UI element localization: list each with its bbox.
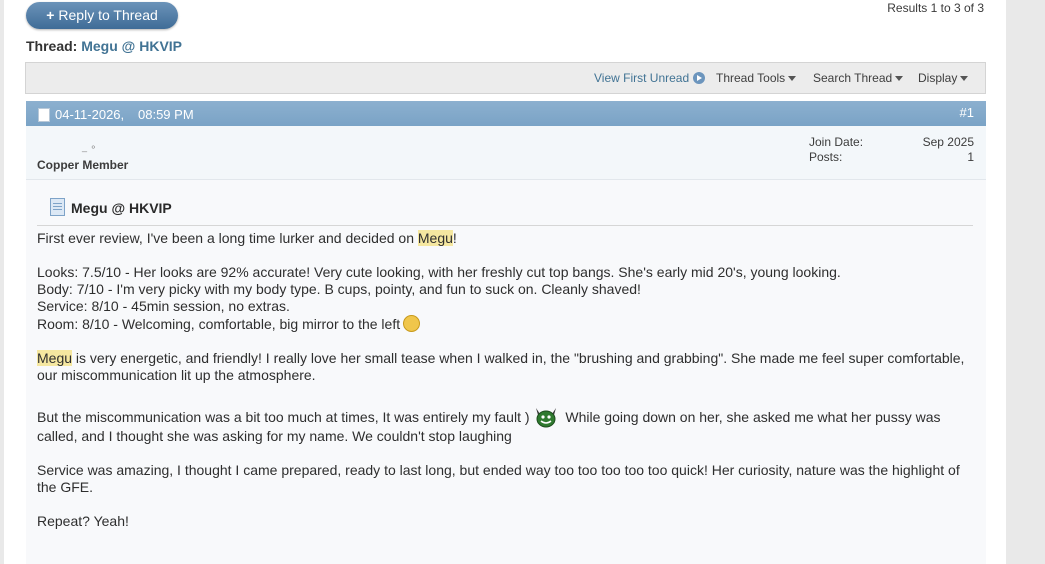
document-icon bbox=[38, 108, 50, 122]
grin-smiley-icon bbox=[403, 315, 421, 332]
caret-down-icon bbox=[960, 76, 969, 82]
post-header-bar: 04-11-2026, 08:59 PM #1 bbox=[26, 101, 986, 126]
thread-tools-menu[interactable]: Thread Tools bbox=[716, 71, 797, 85]
user-info-panel: _ ⚬ Copper Member Join Date: Sep 2025 Po… bbox=[26, 126, 986, 180]
post-number-link[interactable]: #1 bbox=[960, 105, 974, 120]
search-thread-label: Search Thread bbox=[813, 71, 893, 85]
intro-line: First ever review, I've been a long time… bbox=[37, 230, 973, 247]
service-paragraph: Service was amazing, I thought I came pr… bbox=[37, 462, 960, 495]
display-label: Display bbox=[918, 71, 958, 85]
thread-heading: Thread: Megu @ HKVIP bbox=[26, 38, 182, 54]
reply-to-thread-button[interactable]: + Reply to Thread bbox=[26, 2, 178, 29]
energy-text: is very energetic, and friendly! I reall… bbox=[37, 350, 965, 383]
highlight-term: Megu bbox=[417, 230, 453, 246]
energy-paragraph: Megu is very energetic, and friendly! I … bbox=[37, 350, 973, 384]
view-first-unread-label: View First Unread bbox=[594, 71, 690, 85]
posts-value: 1 bbox=[967, 150, 974, 164]
post-content: First ever review, I've been a long time… bbox=[37, 230, 973, 530]
intro-text: First ever review, I've been a long time… bbox=[37, 230, 418, 246]
post-document-icon bbox=[50, 198, 65, 216]
room-text: Room: 8/10 - Welcoming, comfortable, big… bbox=[37, 316, 401, 332]
online-status-icon: _ ⚬ bbox=[82, 142, 98, 152]
highlight-term: Megu bbox=[37, 350, 73, 366]
caret-down-icon bbox=[788, 76, 797, 82]
service-line: Service: 8/10 - 45min session, no extras… bbox=[37, 298, 290, 314]
post-date: 04-11-2026, bbox=[55, 107, 125, 122]
reply-label: Reply to Thread bbox=[58, 7, 158, 23]
thread-prefix: Thread: bbox=[26, 38, 78, 54]
thread-tools-label: Thread Tools bbox=[716, 71, 786, 85]
looks-line: Looks: 7.5/10 - Her looks are 92% accura… bbox=[37, 264, 841, 280]
miscommunication-paragraph: But the miscommunication was a bit too m… bbox=[37, 406, 973, 445]
post-time: 08:59 PM bbox=[138, 107, 194, 122]
right-gutter bbox=[1006, 0, 1045, 564]
posts-label: Posts: bbox=[809, 150, 843, 164]
results-count: Results 1 to 3 of 3 bbox=[887, 1, 984, 15]
post-body: Megu @ HKVIP First ever review, I've bee… bbox=[26, 180, 986, 564]
caret-down-icon bbox=[895, 76, 904, 82]
thread-toolbar: View First Unread Thread Tools Search Th… bbox=[25, 62, 986, 94]
arrow-circle-icon bbox=[693, 72, 706, 84]
join-date-value: Sep 2025 bbox=[922, 135, 974, 149]
repeat-line: Repeat? Yeah! bbox=[37, 513, 129, 529]
intro-end: ! bbox=[452, 230, 457, 246]
display-menu[interactable]: Display bbox=[918, 71, 969, 85]
plus-icon: + bbox=[46, 7, 55, 23]
join-date-label: Join Date: bbox=[809, 135, 864, 149]
thread-title-link[interactable]: Megu @ HKVIP bbox=[81, 38, 182, 54]
left-edge-strip bbox=[0, 0, 4, 564]
misc-text-a: But the miscommunication was a bit too m… bbox=[37, 409, 530, 425]
body-line: Body: 7/10 - I'm very picky with my body… bbox=[37, 281, 641, 297]
post-title: Megu @ HKVIP bbox=[50, 198, 172, 216]
post-title-text: Megu @ HKVIP bbox=[71, 200, 172, 216]
devil-smiley-icon bbox=[535, 408, 556, 428]
title-divider bbox=[37, 225, 973, 226]
search-thread-menu[interactable]: Search Thread bbox=[813, 71, 904, 85]
user-rank: Copper Member bbox=[37, 158, 129, 172]
view-first-unread-link[interactable]: View First Unread bbox=[594, 71, 706, 85]
room-line: Room: 8/10 - Welcoming, comfortable, big… bbox=[37, 315, 973, 333]
